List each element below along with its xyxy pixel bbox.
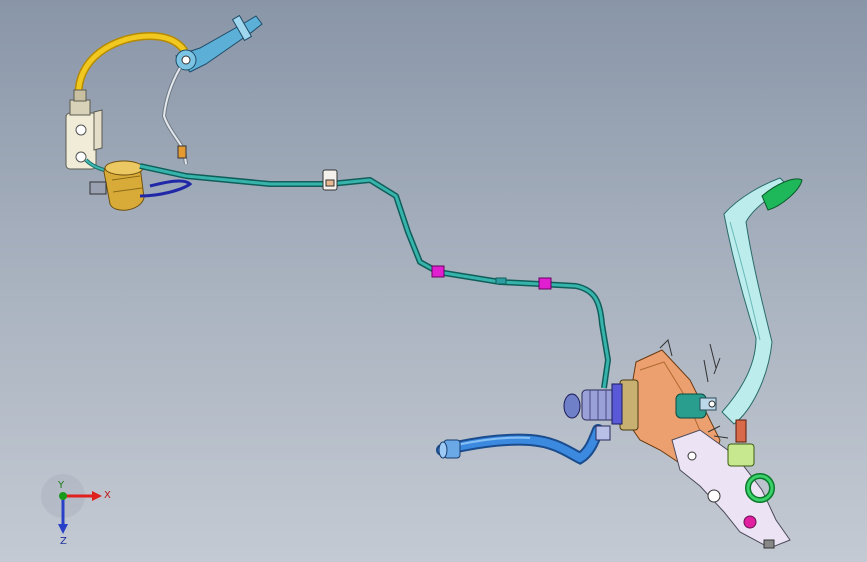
reservoir-return-line[interactable] bbox=[139, 179, 193, 198]
line-fitting bbox=[177, 145, 187, 159]
clutch-pedal-arm[interactable] bbox=[721, 177, 789, 425]
y-axis-dot bbox=[59, 492, 67, 500]
pipe-clip-3[interactable] bbox=[538, 277, 552, 290]
hose-end-clamp[interactable] bbox=[438, 439, 461, 459]
z-axis-label: Z bbox=[60, 536, 67, 547]
cad-viewport[interactable]: Y X Z bbox=[0, 0, 867, 562]
pedal-switch[interactable] bbox=[727, 419, 755, 467]
assembly-scene[interactable]: Y X Z bbox=[0, 0, 867, 562]
view-orientation-triad: Y X Z bbox=[41, 474, 111, 547]
clutch-master-cylinder[interactable] bbox=[563, 379, 639, 441]
pushrod-assembly[interactable] bbox=[675, 393, 717, 419]
pipe-clip-1[interactable] bbox=[322, 169, 338, 191]
master-cylinder-bracket[interactable] bbox=[65, 89, 103, 170]
x-axis-label: X bbox=[104, 490, 111, 501]
pipe-clip-2[interactable] bbox=[431, 265, 445, 278]
pipe-clip-4[interactable] bbox=[495, 277, 507, 285]
release-fork-lever[interactable] bbox=[175, 14, 263, 73]
main-hydraulic-pipe[interactable] bbox=[139, 163, 611, 389]
y-axis-label: Y bbox=[57, 480, 65, 491]
